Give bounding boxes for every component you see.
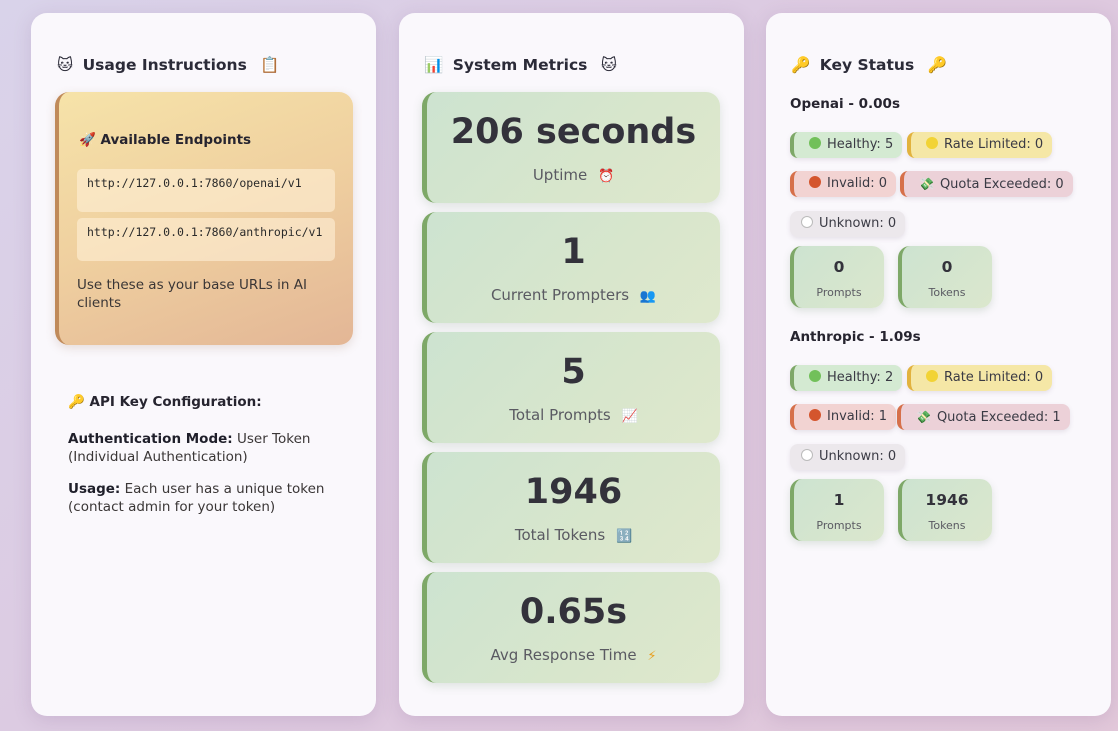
white-circle-icon [801, 216, 813, 228]
white-circle-icon [801, 449, 813, 461]
prompts-stat: 0 Prompts [790, 246, 884, 308]
unknown-badge: Unknown: 0 [790, 211, 906, 237]
invalid-badge: Invalid: 1 [790, 404, 896, 430]
cat-face-icon: 🐱 [600, 56, 617, 74]
key-icon: 🔑 [927, 56, 947, 74]
red-circle-icon [809, 176, 821, 188]
red-circle-icon [809, 409, 821, 421]
tokens-stat: 0 Tokens [898, 246, 992, 308]
quota-exceeded-badge: 💸 Quota Exceeded: 0 [900, 171, 1073, 197]
people-icon: 👥 [639, 289, 657, 304]
input-numbers-icon: 🔢 [615, 529, 633, 544]
yellow-circle-icon [926, 370, 938, 382]
cat-face-icon: 🐱 [57, 56, 74, 74]
bar-chart-icon: 📊 [424, 56, 444, 74]
provider-title-anthropic: Anthropic - 1.09s [790, 329, 921, 345]
usage-label: Usage: [68, 481, 121, 497]
quota-exceeded-badge: 💸 Quota Exceeded: 1 [897, 404, 1070, 430]
metric-value: 206 seconds [450, 112, 697, 152]
rocket-icon: 🚀 [79, 132, 96, 148]
alarm-clock-icon: ⏰ [597, 169, 615, 184]
rate-limited-badge: Rate Limited: 0 [907, 132, 1053, 158]
key-icon: 🔑 [791, 56, 811, 74]
healthy-badge: Healthy: 2 [790, 365, 903, 391]
clipboard-icon: 📋 [260, 56, 280, 74]
invalid-badge: Invalid: 0 [790, 171, 896, 197]
metric-card-total-prompts: 5 Total Prompts 📈 [422, 332, 720, 443]
auth-mode-line: Authentication Mode: User Token (Individ… [68, 430, 338, 466]
green-circle-icon [809, 137, 821, 149]
metric-value: 1946 [524, 472, 623, 512]
metric-card-current-prompters: 1 Current Prompters 👥 [422, 212, 720, 323]
usage-line: Usage: Each user has a unique token (con… [68, 480, 338, 516]
metric-card-avg-response-time: 0.65s Avg Response Time ⚡ [422, 572, 720, 683]
available-endpoints-card: 🚀 Available Endpoints http://127.0.0.1:7… [55, 92, 353, 345]
healthy-badge: Healthy: 5 [790, 132, 903, 158]
system-metrics-panel: 📊 System Metrics 🐱 206 seconds Uptime ⏰ … [399, 13, 744, 716]
tokens-stat: 1946 Tokens [898, 479, 992, 541]
unknown-badge: Unknown: 0 [790, 444, 906, 470]
key-icon: 🔑 [68, 394, 85, 410]
endpoints-note: Use these as your base URLs in AI client… [77, 277, 307, 311]
metric-value: 1 [561, 232, 586, 272]
system-metrics-title: 📊 System Metrics 🐱 [424, 56, 617, 74]
key-status-title: 🔑 Key Status 🔑 [791, 56, 947, 74]
green-circle-icon [809, 370, 821, 382]
openai-endpoint-url[interactable]: http://127.0.0.1:7860/openai/v1 [77, 169, 335, 212]
usage-instructions-panel: 🐱 Usage Instructions 📋 🚀 Available Endpo… [31, 13, 376, 716]
yellow-circle-icon [926, 137, 938, 149]
anthropic-endpoint-url[interactable]: http://127.0.0.1:7860/anthropic/v1 [77, 218, 335, 261]
auth-mode-label: Authentication Mode: [68, 431, 233, 447]
metric-card-total-tokens: 1946 Total Tokens 🔢 [422, 452, 720, 563]
key-status-panel: 🔑 Key Status 🔑 Openai - 0.00s Healthy: 5… [766, 13, 1111, 716]
metric-label: Total Tokens 🔢 [514, 526, 633, 544]
provider-title-openai: Openai - 0.00s [790, 96, 900, 112]
metric-card-uptime: 206 seconds Uptime ⏰ [422, 92, 720, 203]
usage-instructions-title: 🐱 Usage Instructions 📋 [57, 56, 280, 74]
money-icon: 💸 [916, 410, 931, 424]
api-key-config-title: 🔑 API Key Configuration: [68, 394, 262, 410]
endpoints-title: 🚀 Available Endpoints [79, 132, 252, 148]
prompts-stat: 1 Prompts [790, 479, 884, 541]
metric-label: Current Prompters 👥 [490, 286, 657, 304]
lightning-icon: ⚡ [647, 649, 657, 664]
metric-value: 0.65s [519, 592, 628, 632]
metric-value: 5 [561, 352, 586, 392]
trending-chart-icon: 📈 [621, 409, 638, 424]
metric-label: Uptime ⏰ [532, 166, 615, 184]
rate-limited-badge: Rate Limited: 0 [907, 365, 1053, 391]
money-icon: 💸 [919, 177, 934, 191]
metric-label: Total Prompts 📈 [509, 406, 638, 424]
metric-label: Avg Response Time ⚡ [490, 646, 657, 664]
